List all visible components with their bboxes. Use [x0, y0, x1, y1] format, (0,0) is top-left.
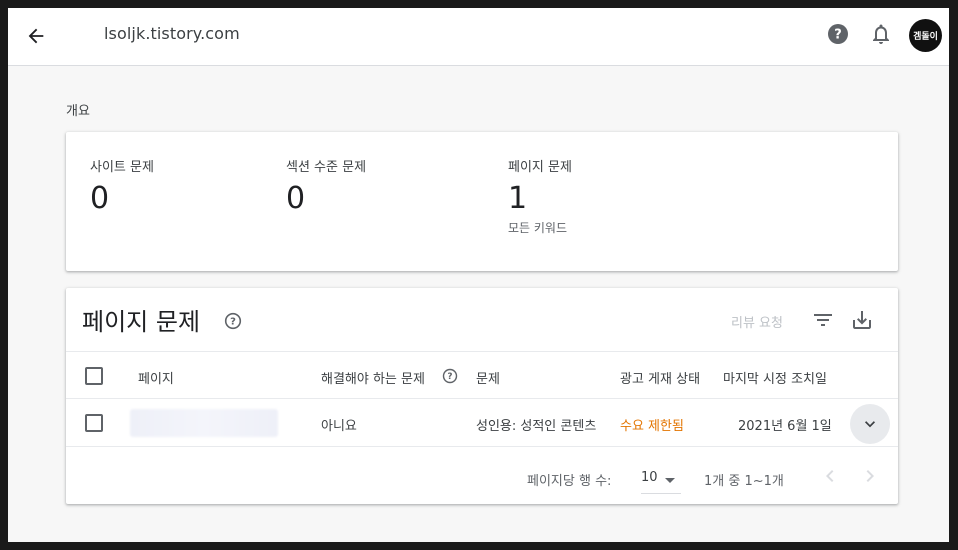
ad-status-value: 수요 제한됨 — [620, 419, 684, 434]
chevron-down-icon — [865, 421, 875, 428]
svg-text:?: ? — [447, 372, 452, 382]
rows-per-page-label: 페이지당 행 수: — [527, 474, 612, 489]
page-issues-help-button[interactable]: ? — [224, 312, 242, 330]
stat-value: 1 — [508, 181, 528, 216]
must-fix-value: 아니요 — [321, 419, 357, 434]
issue-value: 성인용: 성적인 콘텐츠 — [476, 419, 597, 434]
page-issues-title: 페이지 문제 — [82, 308, 201, 336]
overview-card: 사이트 문제 0 섹션 수준 문제 0 페이지 문제 1 모든 키워드 — [66, 132, 898, 271]
previous-page-button[interactable] — [818, 464, 842, 488]
column-ad-status[interactable]: 광고 게재 상태 — [620, 368, 700, 387]
help-button[interactable]: ? — [826, 22, 850, 46]
table-footer: 페이지당 행 수: 10 1개 중 1~1개 — [66, 448, 898, 504]
download-button[interactable] — [850, 308, 874, 332]
stat-page-issues: 페이지 문제 1 모든 키워드 — [508, 156, 572, 236]
column-issue[interactable]: 문제 — [476, 368, 500, 387]
last-action-value: 2021년 6월 1일 — [738, 419, 832, 434]
help-outline-icon: ? — [224, 312, 242, 330]
column-last-action[interactable]: 마지막 시정 조치일 — [723, 368, 827, 387]
column-page[interactable]: 페이지 — [138, 368, 174, 387]
arrow-back-icon — [28, 28, 44, 44]
avatar[interactable]: 겜돌이 — [909, 19, 942, 52]
stat-label: 페이지 문제 — [508, 160, 572, 175]
site-domain: lsoljk.tistory.com — [104, 24, 240, 43]
overview-title: 개요 — [66, 104, 90, 119]
help-icon: ? — [828, 24, 848, 44]
must-fix-help-button[interactable]: ? — [442, 368, 458, 384]
download-icon — [853, 311, 871, 329]
app-frame: lsoljk.tistory.com ? 겜돌이 개요 사이트 문제 0 섹션 … — [8, 8, 949, 542]
stat-site-issues: 사이트 문제 0 — [90, 156, 154, 217]
rows-per-page-value: 10 — [641, 470, 658, 485]
page-issues-card: 페이지 문제 ? 리뷰 요청 페이지 해결해야 하는 문제 ? 문제 광고 게재… — [66, 288, 898, 504]
select-all-checkbox[interactable] — [85, 367, 103, 385]
bell-icon — [873, 24, 889, 44]
rows-per-page-select[interactable]: 10 — [641, 466, 681, 494]
stat-sub-label: 모든 키워드 — [508, 221, 568, 235]
back-button[interactable] — [22, 22, 50, 50]
svg-text:?: ? — [834, 28, 842, 43]
next-page-button[interactable] — [858, 464, 882, 488]
filter-icon — [814, 314, 832, 326]
chevron-left-icon — [826, 470, 834, 482]
pagination-range: 1개 중 1~1개 — [704, 474, 784, 489]
review-request-button[interactable]: 리뷰 요청 — [731, 312, 783, 331]
table-header: 페이지 해결해야 하는 문제 ? 문제 광고 게재 상태 마지막 시정 조치일 — [66, 351, 898, 399]
help-outline-icon: ? — [442, 368, 458, 384]
chevron-right-icon — [866, 470, 874, 482]
table-row[interactable]: 아니요 성인용: 성적인 콘텐츠 수요 제한됨 2021년 6월 1일 — [66, 399, 898, 447]
svg-text:?: ? — [230, 317, 236, 328]
dropdown-arrow-icon — [665, 478, 675, 483]
filter-button[interactable] — [811, 308, 835, 332]
notifications-button[interactable] — [869, 22, 893, 46]
stat-label: 사이트 문제 — [90, 160, 154, 175]
stat-section-issues: 섹션 수준 문제 0 — [286, 156, 366, 217]
row-checkbox[interactable] — [85, 414, 103, 432]
redacted-page-url[interactable] — [130, 409, 278, 437]
stat-label: 섹션 수준 문제 — [286, 160, 367, 175]
column-must-fix[interactable]: 해결해야 하는 문제 — [321, 368, 425, 387]
stat-value: 0 — [90, 181, 110, 216]
expand-row-button[interactable] — [850, 404, 890, 444]
top-bar: lsoljk.tistory.com ? 겜돌이 — [8, 8, 949, 66]
stat-value: 0 — [286, 181, 306, 216]
